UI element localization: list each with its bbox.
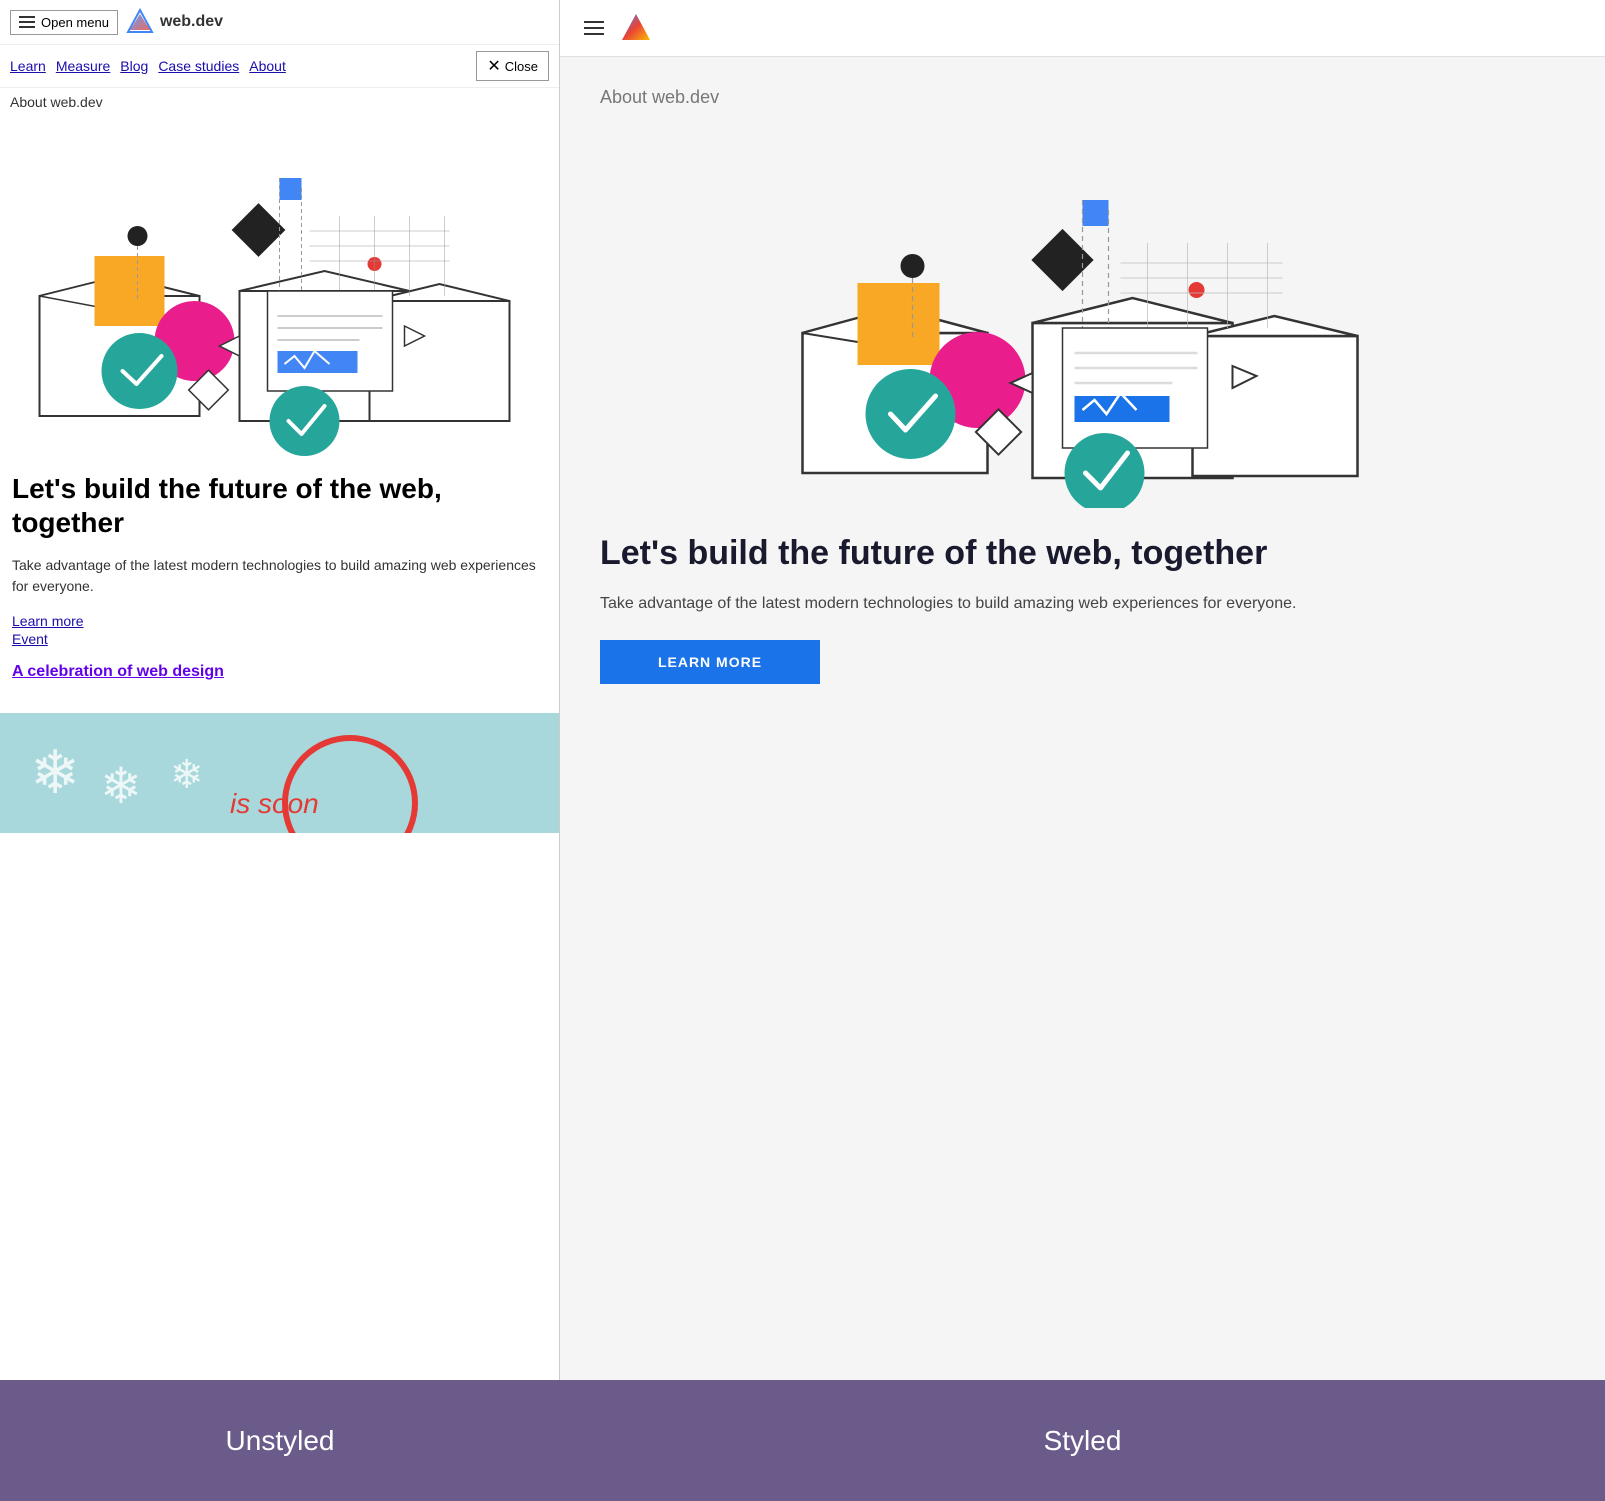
nav-about[interactable]: About: [249, 58, 286, 74]
learn-more-link[interactable]: Learn more: [12, 613, 547, 629]
label-styled: Styled: [560, 1380, 1605, 1501]
unstyled-text: Unstyled: [226, 1425, 335, 1457]
left-panel-unstyled: Open menu web.dev Learn Measur: [0, 0, 560, 1380]
open-menu-label: Open menu: [41, 15, 109, 30]
close-x-icon: ✕: [487, 56, 500, 76]
right-panel-styled: About web.dev: [560, 0, 1605, 1380]
bottom-labels: Unstyled Styled: [0, 1380, 1605, 1501]
snowflake-preview: ❄ ❄ ❄ is soon: [0, 713, 559, 833]
logo-icon: [126, 8, 154, 36]
description-left: Take advantage of the latest modern tech…: [12, 555, 547, 597]
styled-text: Styled: [1044, 1425, 1122, 1457]
right-content: About web.dev: [560, 57, 1605, 1380]
svg-text:❄: ❄: [100, 758, 142, 814]
svg-text:is soon: is soon: [230, 788, 319, 819]
about-label-left: About web.dev: [0, 88, 559, 116]
label-unstyled: Unstyled: [0, 1380, 560, 1501]
logo-area: web.dev: [126, 8, 223, 36]
about-label-right: About web.dev: [600, 87, 1565, 108]
illustration-right: [600, 128, 1565, 508]
right-header: [560, 0, 1605, 57]
links-left: Learn more Event: [12, 613, 547, 647]
site-name: web.dev: [160, 13, 223, 31]
svg-text:❄: ❄: [170, 753, 204, 797]
nav-case-studies[interactable]: Case studies: [158, 58, 239, 74]
event-link[interactable]: Event: [12, 631, 547, 647]
hamburger-right-icon[interactable]: [580, 17, 608, 39]
close-label: Close: [505, 59, 538, 74]
content-left: Let's build the future of the web, toget…: [0, 456, 559, 713]
open-menu-button[interactable]: Open menu: [10, 10, 118, 35]
learn-more-button[interactable]: LEARN MORE: [600, 640, 820, 684]
left-header: Open menu web.dev: [0, 0, 559, 45]
nav-blog[interactable]: Blog: [120, 58, 148, 74]
nav-learn[interactable]: Learn: [10, 58, 46, 74]
logo-icon-right: [620, 12, 652, 44]
main-heading-right: Let's build the future of the web, toget…: [600, 532, 1565, 575]
hamburger-icon: [19, 16, 35, 28]
nav-bar: Learn Measure Blog Case studies About ✕ …: [0, 45, 559, 88]
celebration-link[interactable]: A celebration of web design: [12, 663, 547, 681]
close-button[interactable]: ✕ Close: [476, 51, 549, 81]
description-right: Take advantage of the latest modern tech…: [600, 591, 1565, 617]
illustration-left: [0, 116, 559, 456]
nav-measure[interactable]: Measure: [56, 58, 110, 74]
svg-text:❄: ❄: [30, 739, 80, 806]
main-heading-left: Let's build the future of the web, toget…: [12, 472, 547, 539]
